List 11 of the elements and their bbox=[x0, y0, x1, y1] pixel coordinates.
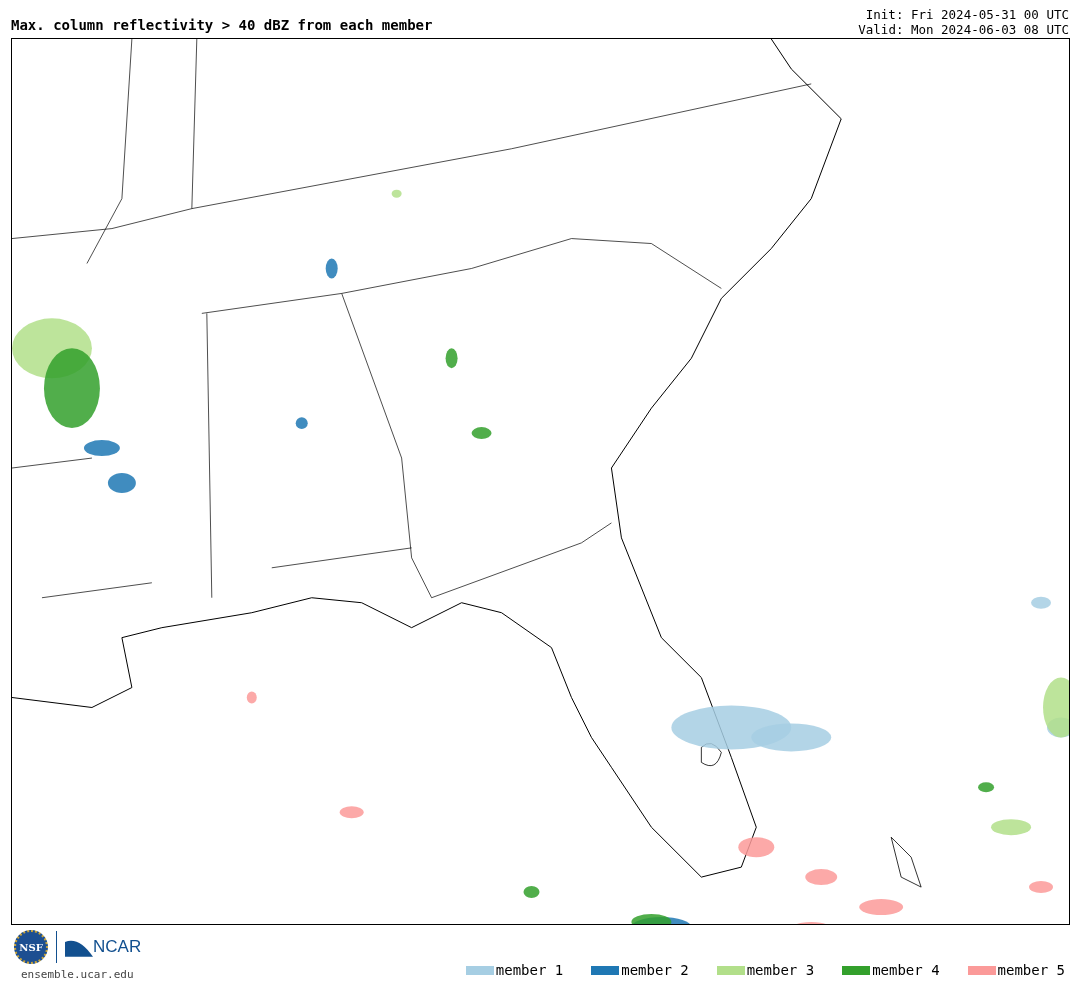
site-url: ensemble.ucar.edu bbox=[20, 968, 135, 981]
nsf-seal-logo: NSF bbox=[14, 930, 48, 964]
legend-label: member 2 bbox=[621, 962, 689, 978]
legend-label: member 1 bbox=[495, 962, 564, 978]
plot-title: Max. column reflectivity > 40 dBZ from each member bbox=[11, 17, 433, 35]
ncar-logo-text: NCAR bbox=[93, 937, 142, 957]
legend-label: member 3 bbox=[746, 962, 815, 978]
legend-label: member 4 bbox=[872, 962, 940, 978]
valid-time: Valid: Mon 2024-06-03 08 UTC bbox=[858, 22, 1069, 37]
legend-label: member 5 bbox=[997, 962, 1065, 978]
init-time: Init: Fri 2024-05-31 00 UTC bbox=[865, 7, 1069, 22]
